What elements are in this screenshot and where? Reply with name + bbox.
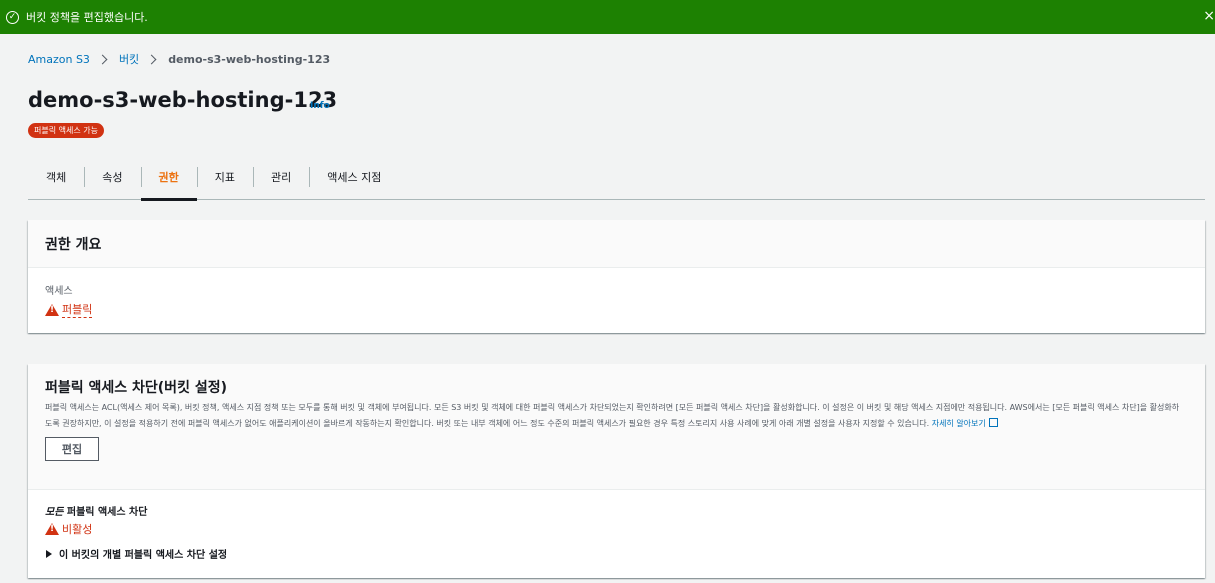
flash-message: 버킷 정책을 편집했습니다. <box>26 11 148 24</box>
setting-status: 비활성 <box>62 523 93 536</box>
info-link[interactable]: Info <box>310 101 330 111</box>
tab-permissions[interactable]: 권한 <box>140 155 198 201</box>
panel-description: 퍼블릭 액세스는 ACL(액세스 제어 목록), 버킷 정책, 액세스 지점 정… <box>45 400 1185 432</box>
access-value[interactable]: 퍼블릭 <box>62 301 93 318</box>
breadcrumb-current: demo-s3-web-hosting-123 <box>168 52 331 66</box>
chevron-right-icon <box>146 54 157 64</box>
description-text: 퍼블릭 액세스는 ACL(액세스 제어 목록), 버킷 정책, 액세스 지점 정… <box>45 403 1180 428</box>
panel-title: 권한 개요 <box>45 236 102 253</box>
warning-icon <box>45 303 59 316</box>
warning-icon <box>45 523 59 535</box>
public-access-badge: 퍼블릭 액세스 가능 <box>28 123 104 138</box>
tab-metrics[interactable]: 지표 <box>196 155 253 199</box>
panel-title: 퍼블릭 액세스 차단(버킷 설정) <box>45 380 227 396</box>
tab-management[interactable]: 관리 <box>253 155 309 199</box>
external-link-icon <box>988 418 998 427</box>
individual-settings-expander[interactable]: 이 버킷의 개별 퍼블릭 액세스 차단 설정 <box>45 546 1188 561</box>
page-title: demo-s3-web-hosting-123 <box>28 88 338 112</box>
chevron-right-icon <box>97 54 108 64</box>
tab-bar: 객체 속성 권한 지표 관리 액세스 지점 <box>28 154 1205 201</box>
block-public-access-panel: 퍼블릭 액세스 차단(버킷 설정) 퍼블릭 액세스는 ACL(액세스 제어 목록… <box>28 364 1205 578</box>
access-label: 액세스 <box>45 286 73 297</box>
tab-properties[interactable]: 속성 <box>84 155 140 199</box>
panel-header: 권한 개요 <box>28 220 1205 268</box>
breadcrumb-amazon-s3[interactable]: Amazon S3 <box>28 53 90 66</box>
caret-right-icon <box>46 549 52 558</box>
edit-button[interactable]: 편집 <box>45 437 99 461</box>
breadcrumb-buckets[interactable]: 버킷 <box>119 51 139 67</box>
close-icon[interactable]: × <box>1203 8 1215 24</box>
success-flashbar: ✓ 버킷 정책을 편집했습니다. × <box>0 0 1215 34</box>
panel-header: 퍼블릭 액세스 차단(버킷 설정) 퍼블릭 액세스는 ACL(액세스 제어 목록… <box>28 364 1205 490</box>
breadcrumb: Amazon S3 버킷 demo-s3-web-hosting-123 <box>28 51 330 67</box>
block-all-setting-title: 모든 퍼블릭 액세스 차단 <box>45 507 148 518</box>
check-circle-icon: ✓ <box>6 10 19 24</box>
learn-more-link[interactable]: 자세히 알아보기 <box>932 418 998 428</box>
tab-objects[interactable]: 객체 <box>28 155 84 199</box>
tab-access-points[interactable]: 액세스 지점 <box>309 155 399 199</box>
permissions-overview-panel: 권한 개요 액세스 퍼블릭 <box>28 220 1205 333</box>
